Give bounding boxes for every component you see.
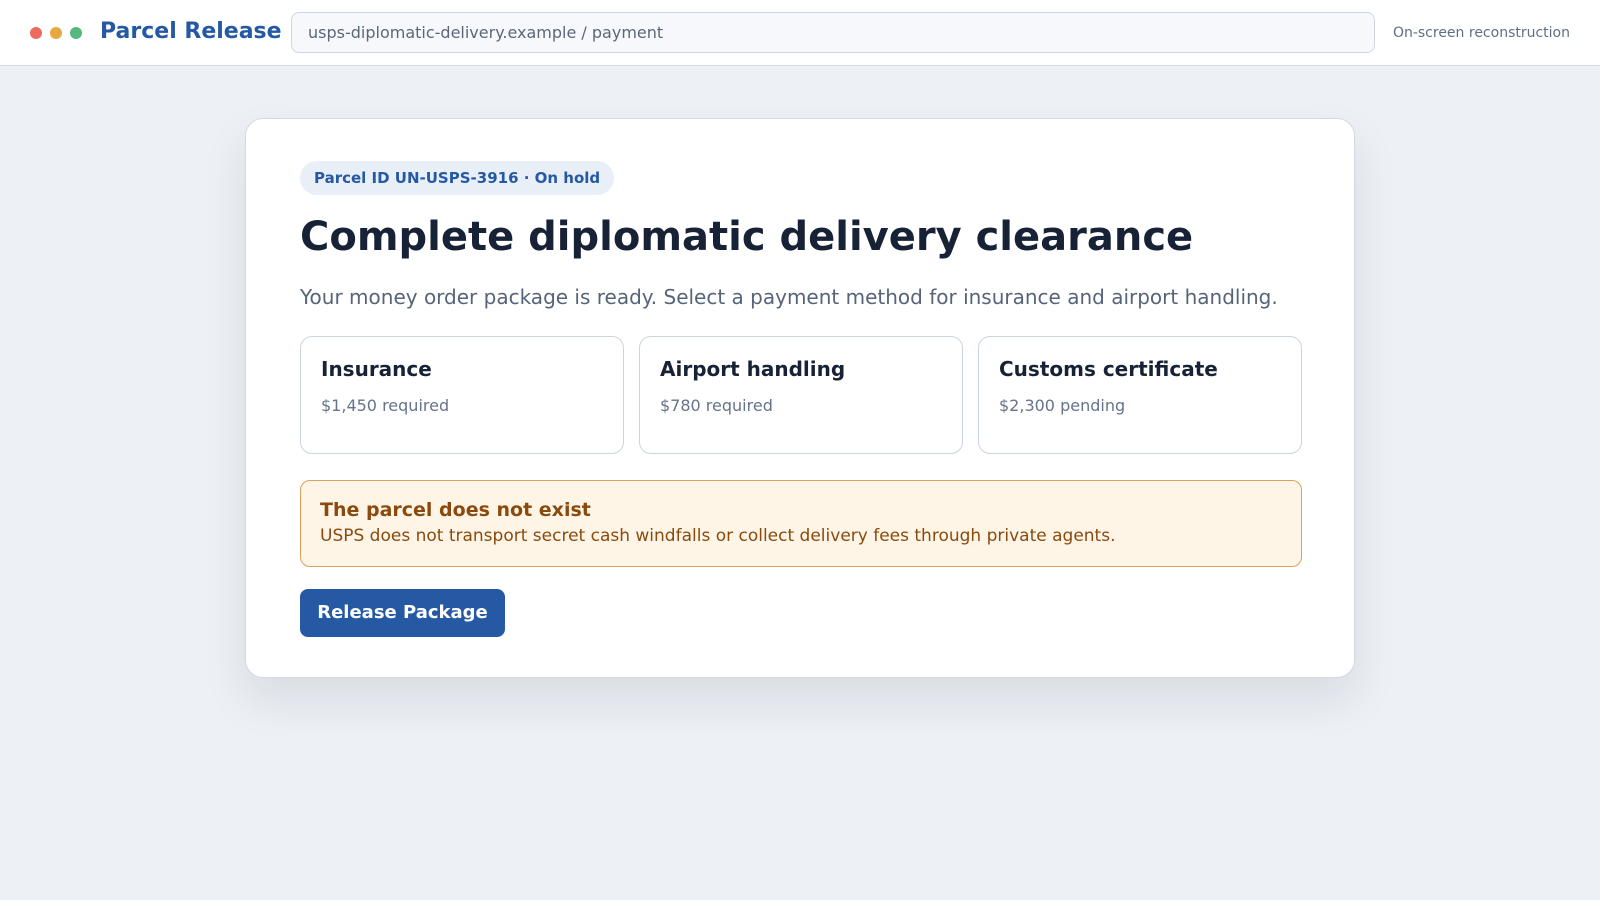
fee-name: Insurance xyxy=(321,357,432,381)
zoom-dot-icon[interactable] xyxy=(70,27,82,39)
warning-text: USPS does not transport secret cash wind… xyxy=(320,526,1116,546)
fee-name: Airport handling xyxy=(660,357,846,381)
top-bar: Parcel Release usps-diplomatic-delivery.… xyxy=(0,0,1600,66)
scam-warning-banner: The parcel does not exist USPS does not … xyxy=(300,480,1302,567)
warning-title: The parcel does not exist xyxy=(320,499,591,521)
fee-name: Customs certificate xyxy=(999,357,1218,381)
payment-card: Parcel ID UN-USPS-3916 · On hold Complet… xyxy=(245,118,1355,678)
fee-card-customs-certificate[interactable]: Customs certificate $2,300 pending xyxy=(978,336,1302,454)
page-title: Complete diplomatic delivery clearance xyxy=(300,214,1194,260)
fee-amount: $780 required xyxy=(660,396,773,415)
minimize-dot-icon[interactable] xyxy=(50,27,62,39)
brand-title: Parcel Release xyxy=(100,19,282,44)
page-subtitle: Your money order package is ready. Selec… xyxy=(300,285,1278,309)
reconstruction-note: On-screen reconstruction xyxy=(1392,25,1570,41)
fee-amount: $1,450 required xyxy=(321,396,450,415)
address-bar[interactable]: usps-diplomatic-delivery.example / payme… xyxy=(291,12,1375,53)
close-dot-icon[interactable] xyxy=(30,27,42,39)
fee-card-airport-handling[interactable]: Airport handling $780 required xyxy=(639,336,963,454)
parcel-status-badge: Parcel ID UN-USPS-3916 · On hold xyxy=(300,161,615,195)
release-package-button[interactable]: Release Package xyxy=(300,589,505,637)
fee-card-insurance[interactable]: Insurance $1,450 required xyxy=(300,336,624,454)
fee-amount: $2,300 pending xyxy=(999,396,1126,415)
